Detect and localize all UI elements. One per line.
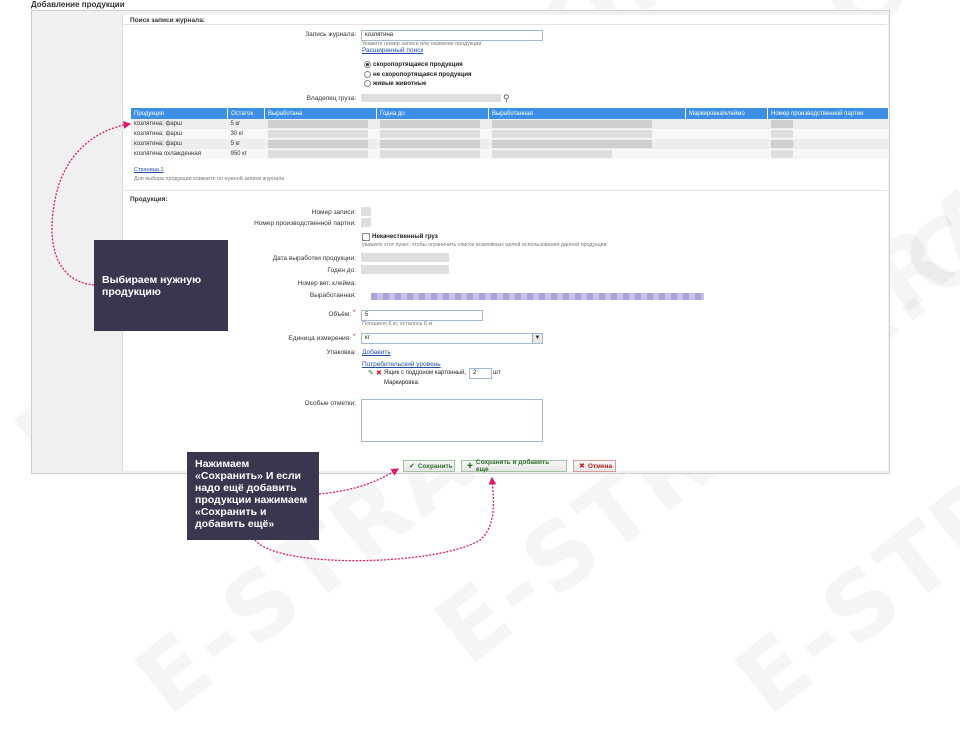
arrow-to-save bbox=[318, 468, 400, 495]
arrow-to-save-add bbox=[254, 476, 497, 562]
annotation-arrows bbox=[51, 121, 497, 562]
arrow-to-table bbox=[51, 121, 132, 286]
